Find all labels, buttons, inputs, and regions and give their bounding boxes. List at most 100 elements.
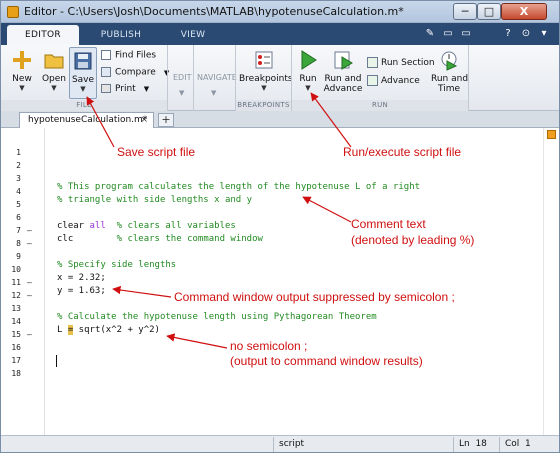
annotation-no-semicolon-2: (output to command window results)	[230, 354, 423, 368]
maximize-button[interactable]: □	[477, 3, 501, 20]
document-tab-label: hypotenuseCalculation.m*	[28, 115, 148, 125]
menu-chevron-icon[interactable]: ▾	[537, 27, 551, 41]
breakpoints-button[interactable]: Breakpoints ▼	[239, 49, 293, 92]
help-icon[interactable]: ?	[501, 27, 515, 41]
group-separator	[167, 45, 168, 111]
code-editor[interactable]: 1 2 3 4 5 6 7 8 9 10 11 12 13 14 15 16 1…	[1, 128, 559, 435]
close-tab-icon[interactable]: ×	[140, 113, 148, 127]
chevron-down-icon: ▼	[261, 84, 267, 92]
open-button[interactable]: Open ▼	[39, 49, 69, 92]
matlab-icon	[7, 6, 19, 18]
vertical-scrollbar[interactable]	[543, 128, 559, 435]
edit-group-label[interactable]: EDIT	[173, 73, 191, 82]
status-line: Ln 18	[453, 437, 499, 452]
executable-line-marker[interactable]: –	[27, 278, 32, 287]
run-and-advance-icon	[334, 51, 353, 70]
chevron-down-icon: ▼	[51, 84, 57, 92]
variable-l: L	[57, 325, 68, 335]
new-button[interactable]: New ▼	[5, 49, 39, 92]
compare-button[interactable]: Compare▼	[101, 67, 169, 78]
status-col-label: Col	[505, 439, 520, 449]
code-line-12[interactable]: x = 2.32;	[57, 273, 106, 283]
ribbon-tab-strip: EDITOR PUBLISH VIEW ✎ ▭ ▭ ? ⊙ ▾	[1, 23, 559, 45]
run-and-time-label-1: Run and	[431, 74, 469, 84]
edit-icon[interactable]: ✎	[423, 27, 437, 41]
line-number: 15	[11, 330, 21, 339]
chevron-down-icon: ▼	[179, 89, 185, 97]
line-number: 3	[16, 174, 21, 183]
code-line-16[interactable]: L = sqrt(x^2 + y^2)	[57, 325, 160, 335]
line-number: 11	[11, 278, 21, 287]
chevron-down-icon: ▼	[143, 85, 150, 93]
line-number: 7	[16, 226, 21, 235]
run-button[interactable]: Run ▼	[295, 49, 321, 92]
status-mode: script	[273, 437, 453, 452]
status-col-value: 1	[525, 439, 531, 449]
annotation-comment-1: Comment text	[351, 217, 426, 231]
status-line-value: 18	[475, 439, 487, 449]
print-label: Print	[115, 84, 136, 94]
line-number: 9	[16, 252, 21, 261]
run-section-icon	[367, 57, 378, 68]
line-number: 8	[16, 239, 21, 248]
window-icon[interactable]: ▭	[459, 27, 473, 41]
executable-line-marker[interactable]: –	[27, 291, 32, 300]
chevron-down-icon: ▼	[211, 89, 217, 97]
group-label-breakpoints: BREAKPOINTS	[236, 100, 291, 111]
line-number: 16	[11, 343, 21, 352]
warning-marker-icon[interactable]	[547, 130, 556, 139]
executable-line-marker[interactable]: –	[27, 226, 32, 235]
dock-icon[interactable]: ▭	[441, 27, 455, 41]
comment-clc: % clears the command window	[116, 234, 263, 244]
print-button[interactable]: Print ▼	[101, 84, 149, 94]
save-button[interactable]: Save ▼	[69, 47, 97, 99]
group-separator	[193, 45, 194, 111]
run-and-advance-label-1: Run and	[324, 74, 362, 84]
group-label-file: FILE	[1, 100, 167, 111]
status-line-label: Ln	[459, 439, 470, 449]
find-files-button[interactable]: Find Files	[101, 50, 156, 61]
group-label-run: RUN	[292, 100, 468, 111]
run-and-advance-button[interactable]: Run and Advance	[323, 49, 363, 94]
folder-icon	[44, 54, 64, 69]
tab-view[interactable]: VIEW	[163, 25, 223, 45]
code-line-8[interactable]: clear all % clears all variables	[57, 221, 236, 231]
advance-button[interactable]: Advance	[367, 75, 420, 86]
tab-publish[interactable]: PUBLISH	[89, 25, 153, 45]
advance-label: Advance	[381, 76, 420, 86]
line-number: 12	[11, 291, 21, 300]
executable-line-marker[interactable]: –	[27, 239, 32, 248]
save-label: Save	[71, 75, 95, 85]
sqrt-expression: sqrt(x^2 + y^2)	[73, 325, 160, 335]
minimize-button[interactable]: ─	[453, 3, 477, 20]
line-number: 1	[16, 148, 21, 157]
new-tab-button[interactable]: +	[158, 113, 174, 127]
code-line-11[interactable]: % Specify side lengths	[57, 260, 176, 270]
executable-line-marker[interactable]: –	[27, 330, 32, 339]
code-line-5[interactable]: % This program calculates the length of …	[57, 182, 420, 192]
annotation-run: Run/execute script file	[343, 145, 462, 159]
code-line-6[interactable]: % triangle with side lengths x and y	[57, 195, 252, 205]
options-icon[interactable]: ⊙	[519, 27, 533, 41]
status-column: Col 1	[499, 437, 557, 452]
run-section-button[interactable]: Run Section	[367, 57, 435, 68]
navigate-group-label[interactable]: NAVIGATE	[197, 73, 237, 82]
chevron-down-icon: ▼	[80, 85, 86, 93]
title-bar: Editor - C:\Users\Josh\Documents\MATLAB\…	[1, 1, 559, 23]
compare-label: Compare	[115, 67, 156, 78]
code-line-13[interactable]: y = 1.63;	[57, 286, 106, 296]
run-and-time-button[interactable]: Run and Time	[431, 49, 469, 94]
line-number: 13	[11, 304, 21, 313]
advance-icon	[367, 75, 378, 86]
document-tab[interactable]: hypotenuseCalculation.m* ×	[19, 112, 154, 128]
run-icon	[301, 50, 317, 70]
line-number: 4	[16, 187, 21, 196]
tab-editor[interactable]: EDITOR	[7, 25, 79, 45]
keyword-all: all	[84, 221, 106, 231]
code-line-15[interactable]: % Calculate the hypotenuse length using …	[57, 312, 377, 322]
document-tab-bar: hypotenuseCalculation.m* × +	[1, 111, 559, 128]
editor-window: Editor - C:\Users\Josh\Documents\MATLAB\…	[0, 0, 560, 453]
code-line-9[interactable]: clc % clears the command window	[57, 234, 263, 244]
line-number: 14	[11, 317, 21, 326]
close-button[interactable]: X	[501, 3, 547, 20]
